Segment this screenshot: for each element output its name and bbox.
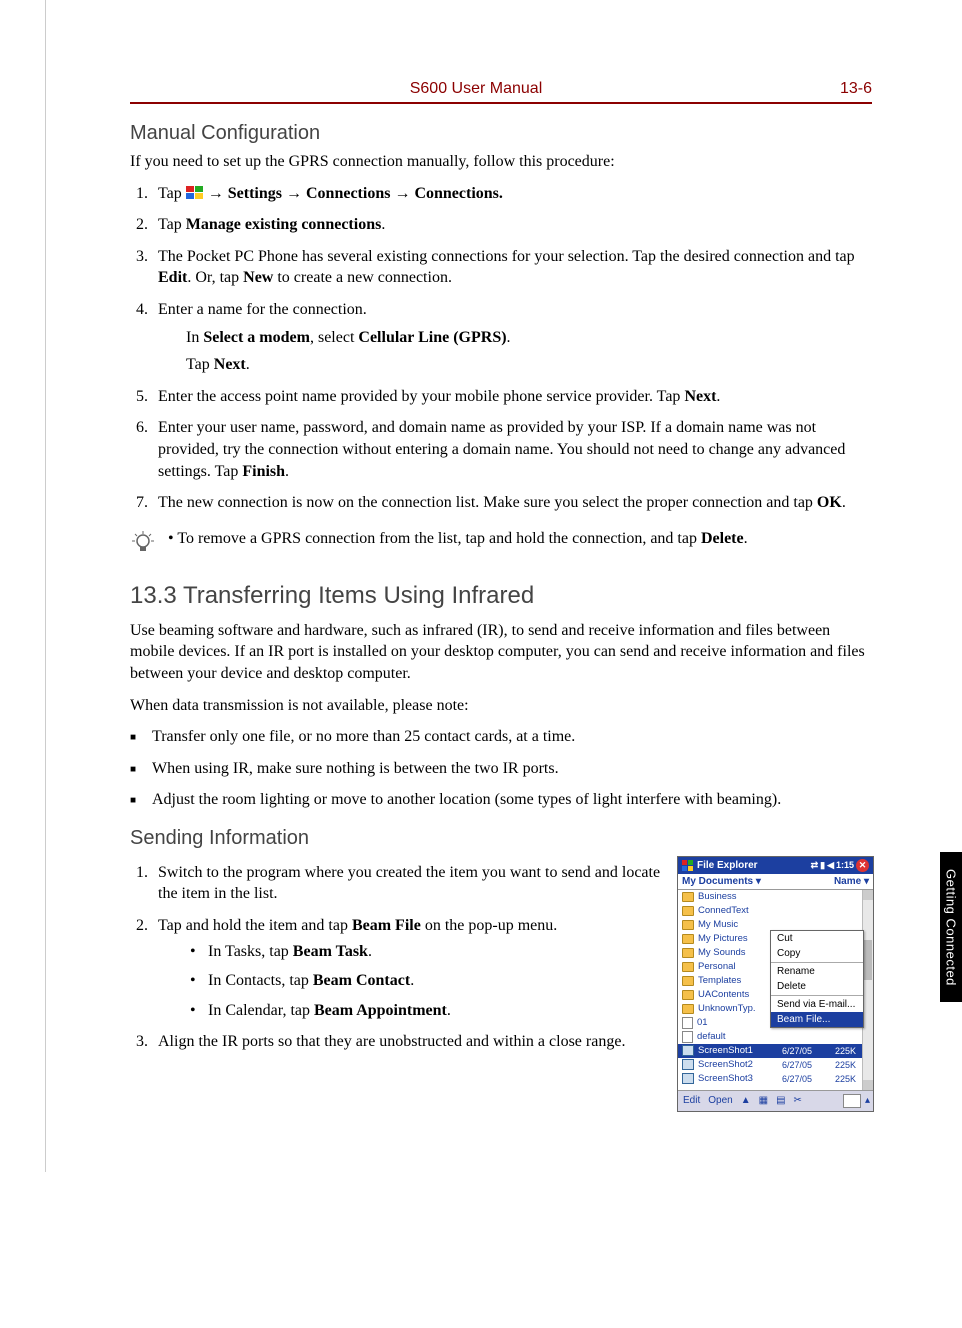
windows-start-icon	[186, 185, 204, 199]
speaker-icon[interactable]: ◀	[827, 860, 834, 871]
folder-icon	[682, 934, 694, 944]
context-menu-item[interactable]: Copy	[771, 946, 863, 961]
manual-title: S600 User Manual	[130, 80, 822, 98]
context-menu-item[interactable]: Rename	[771, 964, 863, 979]
toolbar-icon[interactable]: ▦	[757, 1095, 770, 1106]
file-date: 6/27/05	[782, 1046, 824, 1056]
toolbar-icon[interactable]: ✂	[792, 1095, 804, 1106]
folder-name: My Music	[698, 919, 858, 930]
ir-note-1: Transfer only one file, or no more than …	[152, 726, 872, 748]
heading-manual-config: Manual Configuration	[130, 122, 872, 145]
signal-icon[interactable]: ▮	[820, 860, 825, 871]
file-icon	[682, 1031, 693, 1043]
step-4: Enter a name for the connection. In Sele…	[152, 299, 872, 376]
heading-sending-info: Sending Information	[130, 827, 872, 850]
file-size: 225K	[828, 1046, 858, 1056]
section-13-3-p1: Use beaming software and hardware, such …	[130, 620, 872, 685]
ir-note-2: When using IR, make sure nothing is betw…	[152, 758, 872, 780]
sending-step-2: Tap and hold the item and tap Beam File …	[152, 915, 663, 1021]
heading-13-3: 13.3 Transferring Items Using Infrared	[130, 582, 872, 610]
file-icon	[682, 1073, 694, 1084]
folder-row[interactable]: ConnedText	[678, 904, 862, 918]
context-menu: CutCopy RenameDelete Send via E-mail...Bea…	[770, 930, 864, 1028]
windows-start-icon[interactable]	[682, 860, 693, 871]
folder-row[interactable]: Business	[678, 890, 862, 904]
app-title: File Explorer	[697, 860, 758, 871]
folder-picker[interactable]: My Documents ▾	[682, 876, 761, 887]
file-row[interactable]: ScreenShot1 6/27/05 225K	[678, 1044, 862, 1058]
sending-step-3: Align the IR ports so that they are unob…	[152, 1031, 663, 1053]
folder-icon	[682, 990, 694, 1000]
folder-icon	[682, 948, 694, 958]
sending-sub-calendar: In Calendar, tap Beam Appointment.	[208, 1000, 663, 1022]
file-row[interactable]: ScreenShot2 6/27/05 225K	[678, 1058, 862, 1072]
device-bottombar: Edit Open ▲ ▦ ▤ ✂ ▴	[678, 1090, 873, 1111]
file-name: default	[697, 1031, 778, 1042]
up-arrow-icon[interactable]: ▲	[739, 1095, 753, 1106]
manual-config-steps: Tap → Settings → Connections → Connectio…	[130, 183, 872, 514]
folder-icon	[682, 1004, 694, 1014]
manual-config-intro: If you need to set up the GPRS connectio…	[130, 151, 872, 173]
sending-sub-tasks: In Tasks, tap Beam Task.	[208, 941, 663, 963]
page-header: S600 User Manual 13-6	[130, 80, 872, 104]
clock-text: 1:15	[836, 860, 854, 870]
chapter-tab: Getting Connected	[940, 852, 962, 1002]
step-7: The new connection is now on the connect…	[152, 492, 872, 514]
file-icon	[682, 1059, 694, 1070]
sending-steps: Switch to the program where you created …	[130, 862, 663, 1053]
open-button[interactable]: Open	[706, 1095, 734, 1106]
folder-icon	[682, 976, 694, 986]
sip-arrow-icon[interactable]: ▴	[865, 1095, 870, 1106]
folder-icon	[682, 892, 694, 902]
device-screenshot: File Explorer ⇄ ▮ ◀ 1:15 ✕ My Documents …	[677, 856, 874, 1112]
close-icon[interactable]: ✕	[856, 859, 869, 872]
folder-icon	[682, 962, 694, 972]
file-size: 225K	[828, 1060, 858, 1070]
step-5: Enter the access point name provided by …	[152, 386, 872, 408]
file-size: 225K	[828, 1074, 858, 1084]
sending-sub-contacts: In Contacts, tap Beam Contact.	[208, 970, 663, 992]
keyboard-icon[interactable]	[843, 1094, 861, 1108]
section-13-3-p2: When data transmission is not available,…	[130, 695, 872, 717]
folder-name: Business	[698, 891, 858, 902]
file-row[interactable]: default	[678, 1030, 862, 1044]
folder-icon	[682, 920, 694, 930]
sort-picker[interactable]: Name ▾	[834, 876, 869, 887]
tip-row: • To remove a GPRS connection from the l…	[130, 528, 872, 556]
context-menu-item[interactable]: Beam File...	[771, 1012, 863, 1027]
toolbar-icon[interactable]: ▤	[774, 1095, 787, 1106]
file-name: ScreenShot2	[698, 1059, 778, 1070]
step-3: The Pocket PC Phone has several existing…	[152, 246, 872, 289]
file-date: 6/27/05	[782, 1074, 824, 1084]
ir-notes-list: Transfer only one file, or no more than …	[130, 726, 872, 811]
file-name: 01	[697, 1017, 778, 1028]
ir-note-3: Adjust the room lighting or move to anot…	[152, 789, 872, 811]
file-name: ScreenShot3	[698, 1073, 778, 1084]
file-icon	[682, 1045, 694, 1056]
sending-step-1: Switch to the program where you created …	[152, 862, 663, 905]
folder-icon	[682, 906, 694, 916]
device-toolbar: My Documents ▾ Name ▾	[678, 874, 873, 890]
device-titlebar: File Explorer ⇄ ▮ ◀ 1:15 ✕	[678, 857, 873, 874]
file-date: 6/27/05	[782, 1060, 824, 1070]
edit-button[interactable]: Edit	[681, 1095, 702, 1106]
file-name: ScreenShot1	[698, 1045, 778, 1056]
step-1: Tap → Settings → Connections → Connectio…	[152, 183, 872, 205]
context-menu-item[interactable]: Send via E-mail...	[771, 997, 863, 1012]
file-icon	[682, 1017, 693, 1029]
step-2: Tap Manage existing connections.	[152, 214, 872, 236]
file-row[interactable]: ScreenShot3 6/27/05 225K	[678, 1072, 862, 1086]
tip-text: • To remove a GPRS connection from the l…	[168, 528, 872, 550]
step-6: Enter your user name, password, and doma…	[152, 417, 872, 482]
context-menu-item[interactable]: Cut	[771, 931, 863, 946]
connectivity-icon[interactable]: ⇄	[811, 860, 819, 871]
lightbulb-icon	[130, 530, 156, 556]
context-menu-item[interactable]: Delete	[771, 979, 863, 994]
page-number: 13-6	[822, 80, 872, 98]
folder-name: ConnedText	[698, 905, 858, 916]
